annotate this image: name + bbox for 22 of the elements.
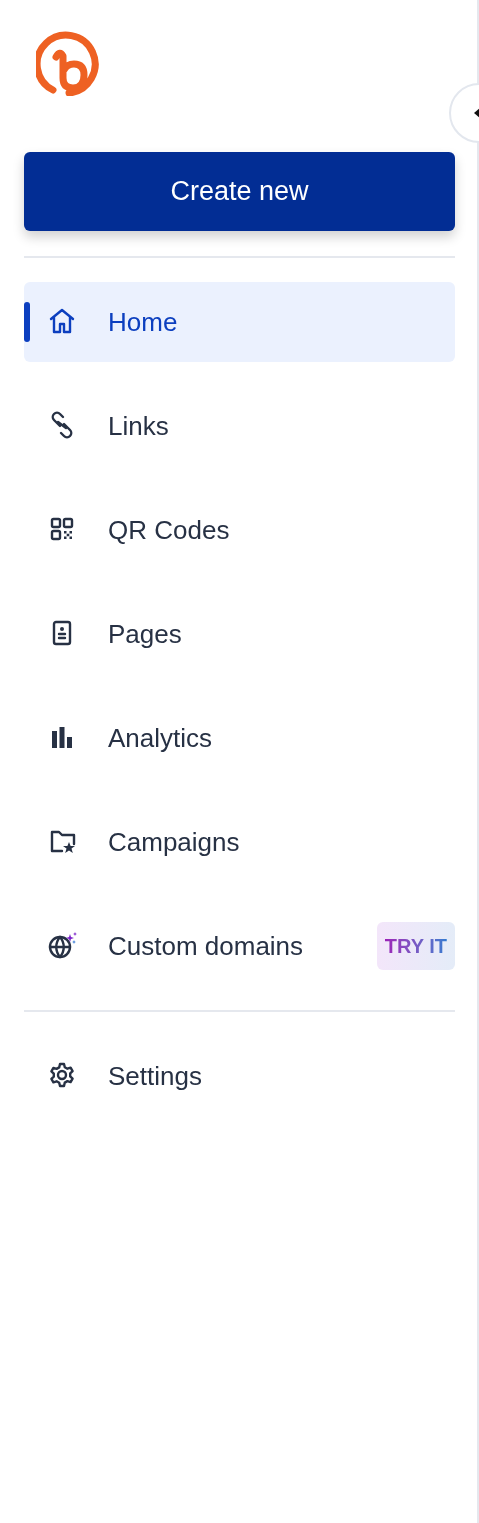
try-it-badge: TRY IT (376, 922, 455, 970)
nav-item[interactable]: Settings (24, 1036, 455, 1116)
active-indicator (24, 302, 30, 342)
nav-label: Settings (108, 1059, 202, 1093)
nav-label: QR Codes (108, 513, 230, 547)
nav-item[interactable]: Links (24, 386, 455, 466)
nav-label: Home (108, 305, 178, 339)
nav-label: Custom domains (108, 929, 304, 963)
logo-icon[interactable] (36, 30, 102, 96)
nav-label: Pages (108, 617, 182, 651)
create-new-button[interactable]: Create new (24, 152, 455, 231)
globe-sparkle-icon (48, 931, 78, 961)
nav-item[interactable]: Analytics (24, 698, 455, 778)
nav-label: Analytics (108, 721, 213, 755)
nav-item[interactable]: Pages (24, 594, 455, 674)
chevron-left-icon (473, 108, 479, 118)
nav-item[interactable]: Home (24, 282, 455, 362)
nav-item[interactable]: Custom domains TRY IT (24, 906, 455, 986)
nav-item[interactable]: Campaigns (24, 802, 455, 882)
nav-label: Links (108, 409, 169, 443)
nav-label: Campaigns (108, 825, 240, 859)
nav-item[interactable]: QR Codes (24, 490, 455, 570)
